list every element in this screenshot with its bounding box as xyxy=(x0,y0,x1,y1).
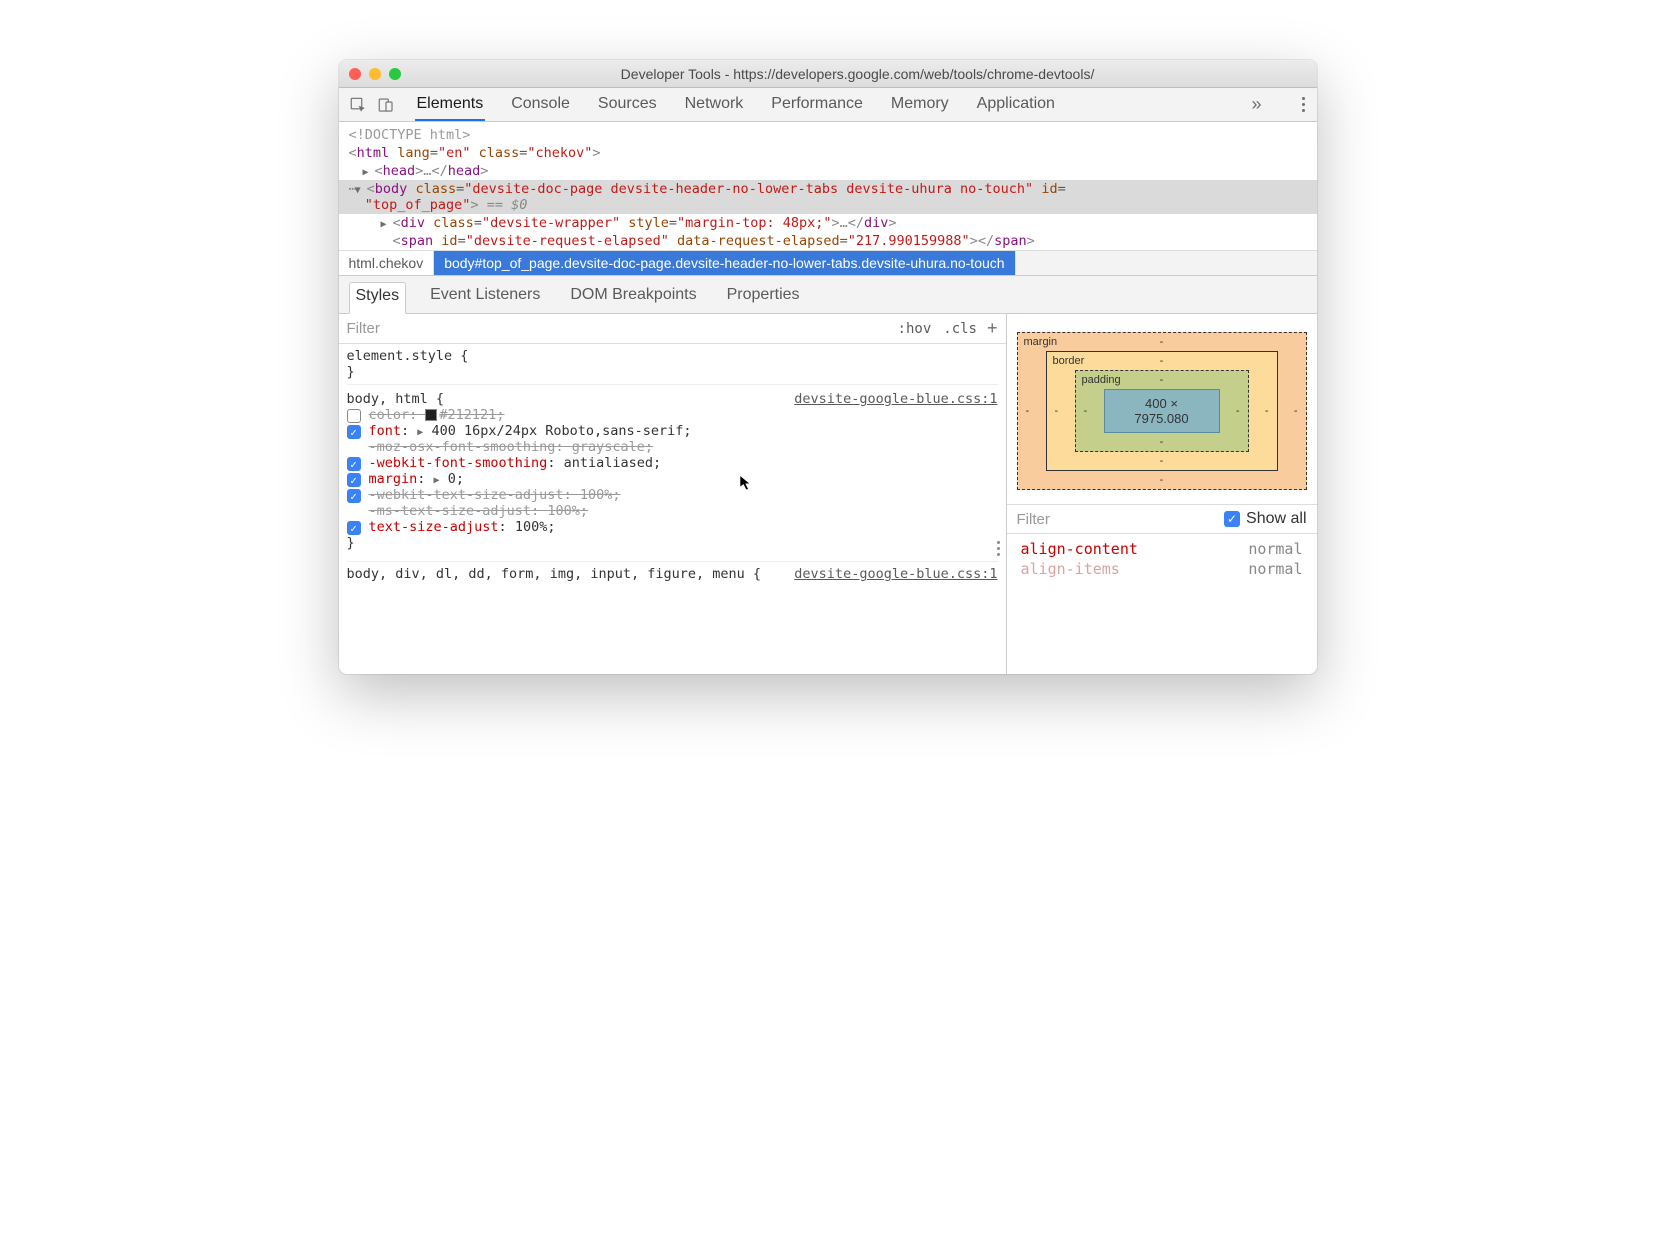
margin-label: margin xyxy=(1024,336,1058,348)
dom-line-body-selected[interactable]: ⋯<body class="devsite-doc-page devsite-h… xyxy=(339,180,1317,214)
styles-split: Filter :hov .cls + element.style { } bod… xyxy=(339,314,1317,674)
computed-pane: margin - - - - border - - - - padding xyxy=(1007,314,1317,674)
expand-shorthand-icon[interactable]: ▶ xyxy=(434,475,440,486)
toggle-checkbox[interactable] xyxy=(347,489,361,503)
minimize-window-button[interactable] xyxy=(369,68,381,80)
window-titlebar: Developer Tools - https://developers.goo… xyxy=(339,60,1317,88)
dom-line-doctype[interactable]: <!DOCTYPE html> xyxy=(339,126,1317,144)
sidebar-tabs: Styles Event Listeners DOM Breakpoints P… xyxy=(339,276,1317,314)
decl-webkit-smoothing[interactable]: -webkit-font-smoothing: antialiased; xyxy=(347,455,998,471)
rule-body-html[interactable]: body, html { devsite-google-blue.css:1 c… xyxy=(347,391,998,555)
new-style-rule-icon[interactable]: + xyxy=(987,318,998,339)
toggle-cls-button[interactable]: .cls xyxy=(943,321,977,337)
decl-webkit-text-size[interactable]: -webkit-text-size-adjust: 100%; xyxy=(347,487,998,503)
subtab-dom-breakpoints[interactable]: DOM Breakpoints xyxy=(564,282,702,313)
toggle-checkbox[interactable] xyxy=(347,457,361,471)
style-rules-list[interactable]: element.style { } body, html { devsite-g… xyxy=(339,344,1006,596)
source-link[interactable]: devsite-google-blue.css:1 xyxy=(794,391,997,407)
tabs-overflow-icon[interactable]: » xyxy=(1245,94,1267,115)
computed-row[interactable]: align-items normal xyxy=(1021,560,1303,578)
subtab-event-listeners[interactable]: Event Listeners xyxy=(424,282,546,313)
toggle-hov-button[interactable]: :hov xyxy=(898,321,932,337)
tab-console[interactable]: Console xyxy=(509,88,572,121)
rule-element-style[interactable]: element.style { } xyxy=(347,348,998,385)
inspect-element-icon[interactable] xyxy=(347,94,369,116)
crumb-body[interactable]: body#top_of_page.devsite-doc-page.devsit… xyxy=(434,251,1015,275)
crumb-html[interactable]: html.chekov xyxy=(339,251,435,275)
expand-shorthand-icon[interactable]: ▶ xyxy=(417,427,423,438)
close-window-button[interactable] xyxy=(349,68,361,80)
decl-moz-smoothing[interactable]: -moz-osx-font-smoothing: grayscale; xyxy=(347,439,998,455)
subtab-properties[interactable]: Properties xyxy=(721,282,806,313)
main-tabstrip: Elements Console Sources Network Perform… xyxy=(339,88,1317,122)
device-toolbar-icon[interactable] xyxy=(375,94,397,116)
rule-menu-icon[interactable] xyxy=(997,541,1000,556)
decl-ms-text-size[interactable]: -ms-text-size-adjust: 100%; xyxy=(347,503,998,519)
toggle-checkbox[interactable] xyxy=(347,521,361,535)
computed-filter-bar: Filter Show all xyxy=(1007,504,1317,534)
show-all-checkbox[interactable] xyxy=(1224,511,1240,527)
decl-font[interactable]: font: ▶ 400 16px/24px Roboto,sans-serif; xyxy=(347,423,998,439)
box-model[interactable]: margin - - - - border - - - - padding xyxy=(1007,314,1317,504)
decl-text-size-adjust[interactable]: text-size-adjust: 100%; xyxy=(347,519,998,535)
tab-network[interactable]: Network xyxy=(683,88,746,121)
dom-line-head[interactable]: <head>…</head> xyxy=(339,162,1317,180)
dom-line-html[interactable]: <html lang="en" class="chekov"> xyxy=(339,144,1317,162)
styles-filter-bar: Filter :hov .cls + xyxy=(339,314,1006,344)
source-link[interactable]: devsite-google-blue.css:1 xyxy=(794,566,997,582)
settings-menu-icon[interactable] xyxy=(1298,97,1309,112)
expand-icon[interactable] xyxy=(363,163,375,179)
computed-row[interactable]: align-content normal xyxy=(1021,540,1303,558)
dom-breadcrumb: html.chekov body#top_of_page.devsite-doc… xyxy=(339,250,1317,276)
tab-sources[interactable]: Sources xyxy=(596,88,659,121)
styles-filter-input[interactable]: Filter xyxy=(347,320,886,337)
styles-pane: Filter :hov .cls + element.style { } bod… xyxy=(339,314,1007,674)
traffic-lights xyxy=(349,68,401,80)
tab-elements[interactable]: Elements xyxy=(415,88,486,121)
main-tabs: Elements Console Sources Network Perform… xyxy=(415,88,1240,121)
dom-tree[interactable]: <!DOCTYPE html> <html lang="en" class="c… xyxy=(339,122,1317,250)
expand-icon[interactable] xyxy=(381,215,393,231)
toggle-checkbox[interactable] xyxy=(347,409,361,423)
rule-selector[interactable]: body, html { xyxy=(347,391,445,407)
rule-selector[interactable]: body, div, dl, dd, form, img, input, fig… xyxy=(347,566,762,582)
toggle-checkbox[interactable] xyxy=(347,473,361,487)
rule-body-div-etc[interactable]: body, div, dl, dd, form, img, input, fig… xyxy=(347,561,998,586)
tab-performance[interactable]: Performance xyxy=(769,88,865,121)
padding-label: padding xyxy=(1082,374,1121,386)
border-label: border xyxy=(1053,355,1085,367)
subtab-styles[interactable]: Styles xyxy=(349,282,407,314)
doctype-text: <!DOCTYPE html> xyxy=(349,127,471,143)
window-title: Developer Tools - https://developers.goo… xyxy=(409,66,1307,82)
collapse-icon[interactable] xyxy=(355,181,367,197)
show-all-label[interactable]: Show all xyxy=(1246,510,1306,528)
dom-line-span[interactable]: <span id="devsite-request-elapsed" data-… xyxy=(339,232,1317,250)
rule-selector[interactable]: element.style { xyxy=(347,348,469,364)
computed-properties-list[interactable]: align-content normal align-items normal xyxy=(1007,534,1317,586)
computed-filter-input[interactable]: Filter xyxy=(1017,511,1225,528)
tab-application[interactable]: Application xyxy=(975,88,1057,121)
devtools-window: Developer Tools - https://developers.goo… xyxy=(339,60,1317,674)
decl-margin[interactable]: margin: ▶ 0; xyxy=(347,471,998,487)
color-swatch-icon[interactable] xyxy=(425,409,437,421)
content-size: 400 × 7975.080 xyxy=(1104,389,1220,433)
zoom-window-button[interactable] xyxy=(389,68,401,80)
tab-memory[interactable]: Memory xyxy=(889,88,951,121)
dom-line-div[interactable]: <div class="devsite-wrapper" style="marg… xyxy=(339,214,1317,232)
toggle-checkbox[interactable] xyxy=(347,425,361,439)
decl-color[interactable]: color: #212121; xyxy=(347,407,998,423)
